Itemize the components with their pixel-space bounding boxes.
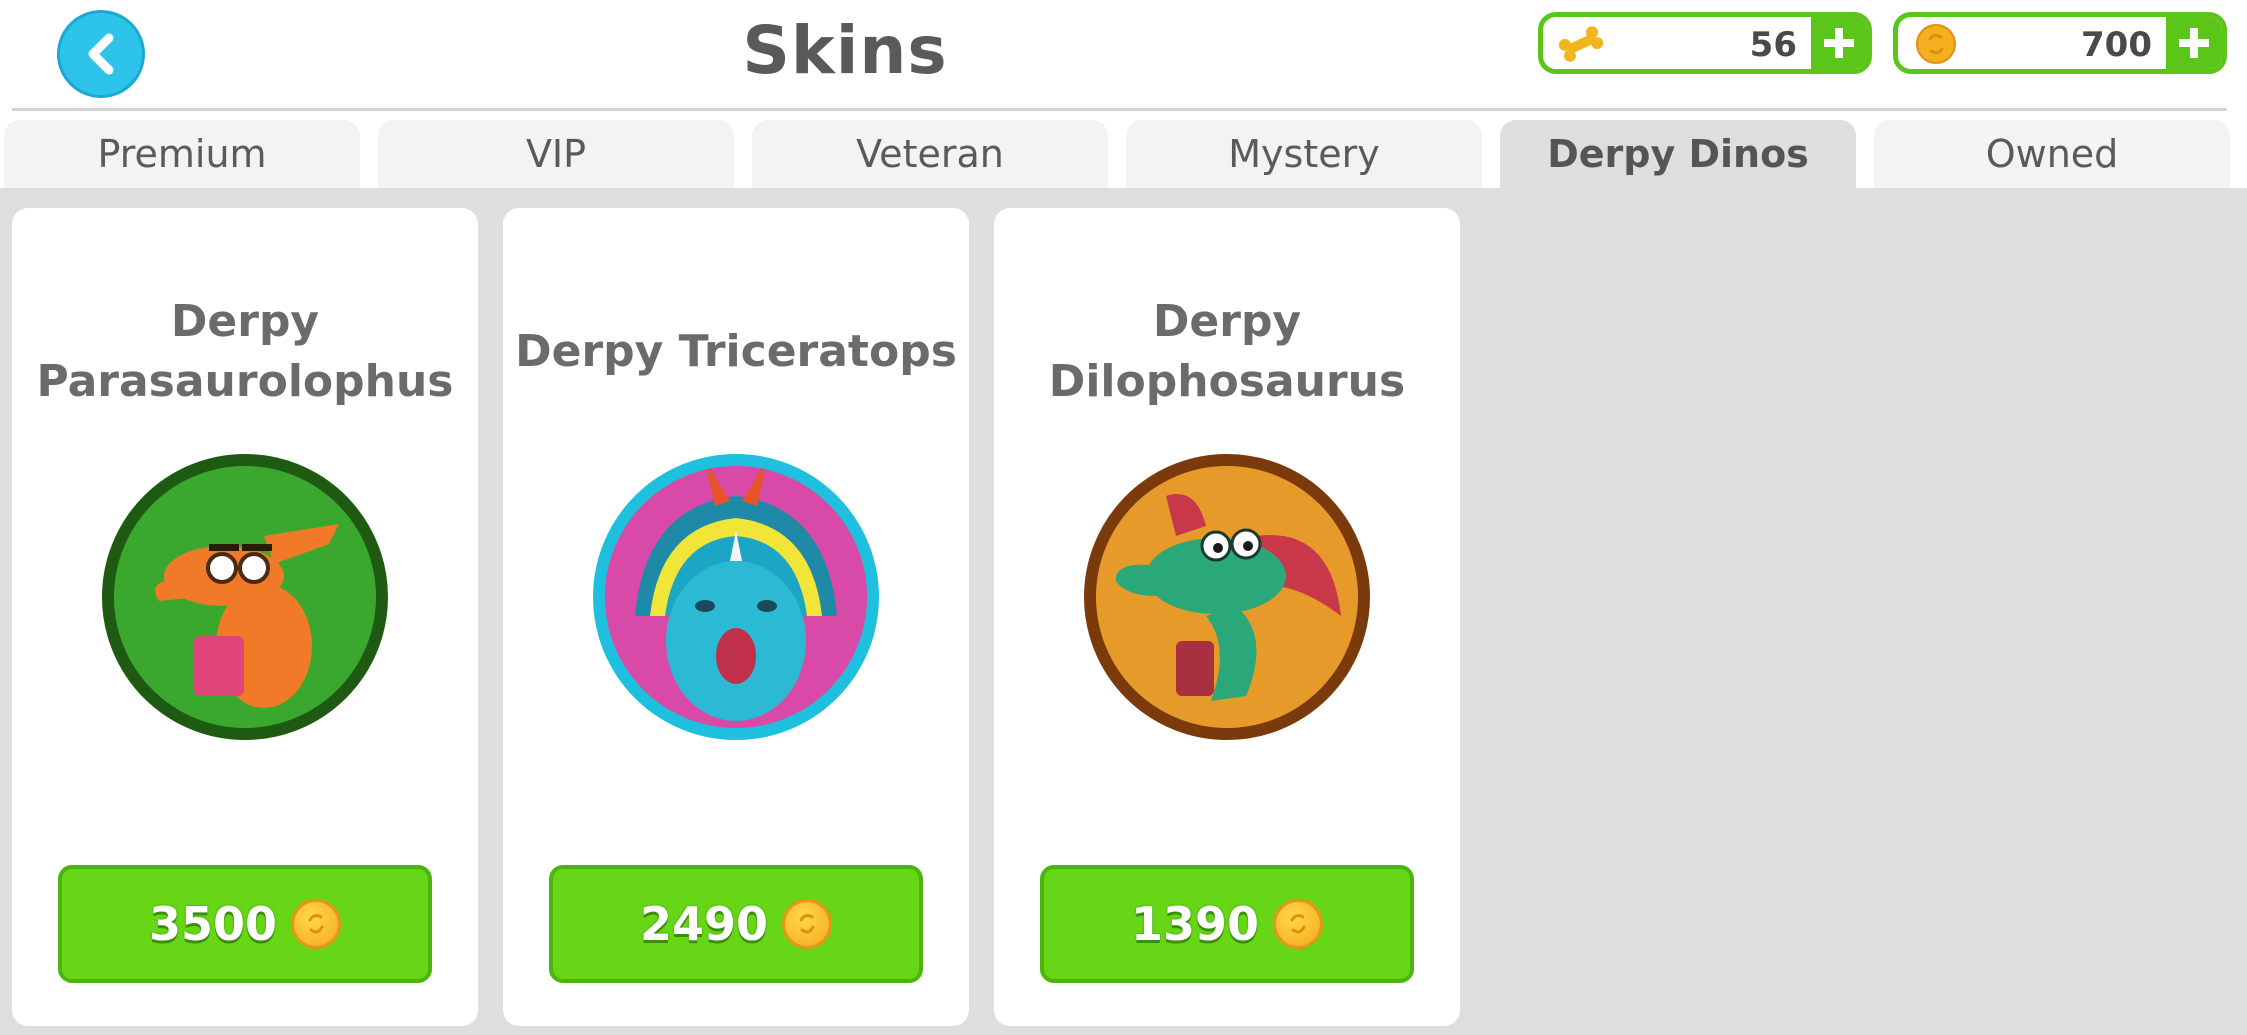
tab-vip[interactable]: VIP: [378, 120, 734, 188]
skin-title-line2: Dilophosaurus: [1048, 356, 1406, 407]
plus-icon: [2179, 28, 2209, 58]
tab-mystery[interactable]: Mystery: [1126, 120, 1482, 188]
dilophosaurus-avatar: [1084, 454, 1370, 740]
skin-title: Derpy Triceratops: [515, 326, 957, 377]
skin-title-line2: Parasaurolophus: [36, 356, 454, 407]
price-label: 2490: [639, 897, 769, 951]
add-coins-button[interactable]: [2166, 17, 2222, 69]
header-divider: [12, 108, 2227, 111]
bone-icon: [1558, 26, 1604, 62]
coin-icon: [1273, 899, 1324, 949]
skin-title-line1: Derpy: [170, 296, 320, 347]
tab-owned[interactable]: Owned: [1874, 120, 2230, 188]
skin-card-parasaurolophus[interactable]: Derpy Parasaurolophus 3500: [12, 208, 478, 1026]
page-title: Skins: [742, 12, 948, 89]
parasaurolophus-icon: [114, 466, 376, 728]
coin-icon: [1916, 24, 1956, 64]
coin-currency-counter: 700: [1893, 12, 2227, 74]
dilophosaurus-icon: [1096, 466, 1358, 728]
price-label: 3500: [148, 897, 278, 951]
skin-card-dilophosaurus[interactable]: Derpy Dilophosaurus 1390: [994, 208, 1460, 1026]
back-button[interactable]: [57, 10, 145, 98]
plus-icon: [1824, 28, 1854, 58]
price-label: 1390: [1130, 897, 1260, 951]
bone-count: 56: [1749, 25, 1797, 65]
skin-title-line1: Derpy: [1152, 296, 1302, 347]
skin-card-triceratops[interactable]: Derpy Triceratops 2490: [503, 208, 969, 1026]
add-bones-button[interactable]: [1811, 17, 1867, 69]
tab-premium[interactable]: Premium: [4, 120, 360, 188]
coin-icon: [291, 899, 342, 949]
parasaurolophus-avatar: [102, 454, 388, 740]
tab-bar: Premium VIP Veteran Mystery Derpy Dinos …: [0, 120, 2247, 188]
buy-dilophosaurus-button[interactable]: 1390: [1040, 865, 1414, 983]
tab-veteran[interactable]: Veteran: [752, 120, 1108, 188]
coin-count: 700: [2081, 25, 2152, 65]
buy-triceratops-button[interactable]: 2490: [549, 865, 923, 983]
triceratops-avatar: [593, 454, 879, 740]
triceratops-icon: [605, 466, 867, 728]
chevron-left-icon: [88, 33, 114, 75]
tab-derpy-dinos[interactable]: Derpy Dinos: [1500, 120, 1856, 188]
skins-grid: Derpy Parasaurolophus 3500 Derpy Tricera…: [0, 188, 2247, 1035]
header: Skins 56 700: [0, 0, 2247, 112]
buy-parasaurolophus-button[interactable]: 3500: [58, 865, 432, 983]
bone-currency-counter: 56: [1538, 12, 1872, 74]
coin-icon: [782, 899, 833, 949]
